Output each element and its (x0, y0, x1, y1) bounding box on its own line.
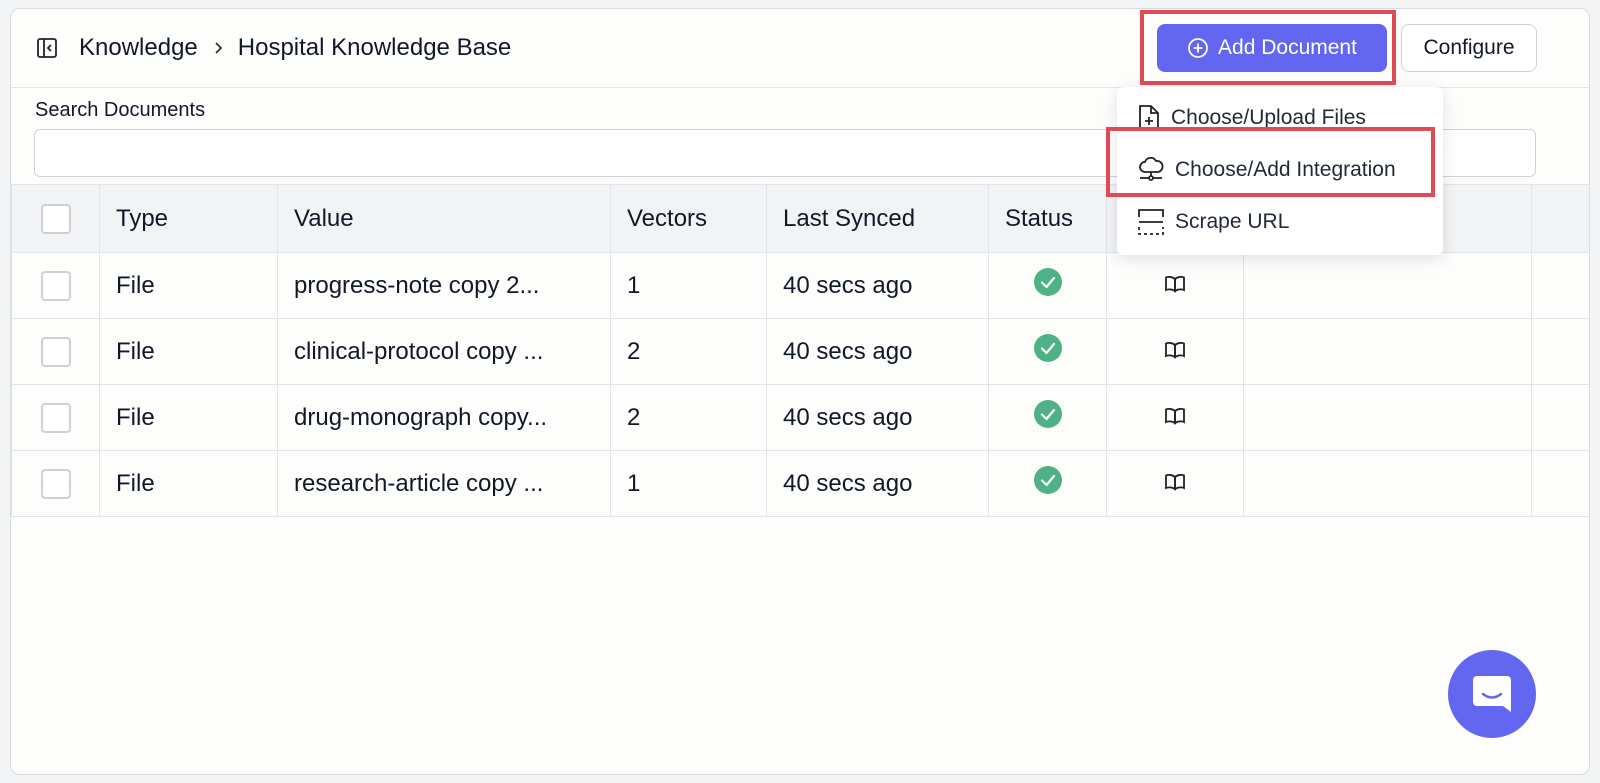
chevron-right-icon (212, 41, 226, 55)
configure-button[interactable]: Configure (1401, 24, 1537, 72)
check-circle-icon (1033, 334, 1062, 362)
check-circle-icon (1033, 268, 1062, 296)
cell-status (988, 318, 1107, 385)
cell-vectors: 1 (610, 450, 767, 517)
cell-type: File (99, 450, 278, 517)
menu-item-upload-files-label: Choose/Upload Files (1171, 106, 1366, 129)
cell-vectors: 2 (610, 318, 767, 385)
row-checkbox[interactable] (40, 402, 71, 433)
cell-status (988, 252, 1107, 319)
page-header: Knowledge Hospital Knowledge Base Add Do… (11, 9, 1589, 88)
select-all-cell (11, 184, 100, 253)
cell-last-synced: 40 secs ago (766, 384, 989, 451)
table-row[interactable]: File clinical-protocol copy ... 2 40 sec… (11, 318, 1589, 385)
row-select-cell (11, 318, 100, 385)
cell-extra (1531, 318, 1589, 385)
open-book-icon[interactable] (1164, 407, 1186, 425)
cell-type: File (99, 252, 278, 319)
cell-view (1106, 252, 1244, 319)
check-circle-icon (1033, 400, 1062, 428)
cell-vectors: 1 (610, 252, 767, 319)
menu-item-add-integration-label: Choose/Add Integration (1175, 158, 1396, 181)
row-checkbox[interactable] (40, 270, 71, 301)
cell-view (1106, 450, 1244, 517)
add-document-menu: Choose/Upload Files Choose/Add Integrati… (1117, 87, 1443, 255)
cell-view (1106, 384, 1244, 451)
cell-frequency (1243, 384, 1532, 451)
cell-value: drug-monograph copy... (277, 384, 611, 451)
breadcrumb-knowledge[interactable]: Knowledge (79, 34, 198, 62)
file-plus-icon (1139, 105, 1159, 131)
cell-extra (1531, 252, 1589, 319)
cell-frequency (1243, 318, 1532, 385)
menu-item-upload-files[interactable]: Choose/Upload Files (1117, 92, 1443, 144)
chat-launcher-button[interactable] (1448, 650, 1536, 738)
cell-view (1106, 318, 1244, 385)
cell-type: File (99, 318, 278, 385)
column-header-value[interactable]: Value (277, 184, 611, 253)
cell-vectors: 2 (610, 384, 767, 451)
cell-last-synced: 40 secs ago (766, 252, 989, 319)
check-circle-icon (1033, 466, 1062, 494)
sidebar-collapse-icon[interactable] (35, 36, 59, 60)
add-document-label: Add Document (1218, 36, 1357, 59)
column-header-vectors[interactable]: Vectors (610, 184, 767, 253)
cell-value: clinical-protocol copy ... (277, 318, 611, 385)
open-book-icon[interactable] (1164, 473, 1186, 491)
table-row[interactable]: File drug-monograph copy... 2 40 secs ag… (11, 384, 1589, 451)
column-header-status[interactable]: Status (988, 184, 1107, 253)
plus-circle-icon (1188, 38, 1208, 58)
row-select-cell (11, 450, 100, 517)
row-select-cell (11, 252, 100, 319)
cell-value: research-article copy ... (277, 450, 611, 517)
cell-frequency (1243, 450, 1532, 517)
cell-frequency (1243, 252, 1532, 319)
knowledge-base-panel: Knowledge Hospital Knowledge Base Add Do… (10, 8, 1590, 775)
column-header-type[interactable]: Type (99, 184, 278, 253)
add-document-button[interactable]: Add Document (1157, 24, 1387, 72)
breadcrumb: Knowledge Hospital Knowledge Base (79, 33, 511, 63)
table-row[interactable]: File research-article copy ... 1 40 secs… (11, 450, 1589, 517)
column-header-last-synced[interactable]: Last Synced (766, 184, 989, 253)
row-checkbox[interactable] (40, 336, 71, 367)
cell-status (988, 384, 1107, 451)
row-select-cell (11, 384, 100, 451)
menu-item-scrape-url[interactable]: Scrape URL (1117, 196, 1443, 248)
column-header-extra (1531, 184, 1589, 253)
cell-last-synced: 40 secs ago (766, 318, 989, 385)
table-row[interactable]: File progress-note copy 2... 1 40 secs a… (11, 252, 1589, 319)
open-book-icon[interactable] (1164, 275, 1186, 293)
cell-last-synced: 40 secs ago (766, 450, 989, 517)
menu-item-scrape-url-label: Scrape URL (1175, 210, 1290, 233)
scan-icon (1138, 209, 1164, 235)
search-label: Search Documents (35, 99, 206, 121)
open-book-icon[interactable] (1164, 341, 1186, 359)
breadcrumb-current: Hospital Knowledge Base (237, 34, 512, 61)
chat-icon (1473, 676, 1511, 712)
select-all-checkbox[interactable] (40, 203, 71, 234)
menu-item-add-integration[interactable]: Choose/Add Integration (1117, 144, 1443, 196)
cloud-network-icon (1139, 157, 1164, 181)
row-checkbox[interactable] (40, 468, 71, 499)
cell-extra (1531, 384, 1589, 451)
cell-type: File (99, 384, 278, 451)
cell-extra (1531, 450, 1589, 517)
cell-value: progress-note copy 2... (277, 252, 611, 319)
cell-status (988, 450, 1107, 517)
